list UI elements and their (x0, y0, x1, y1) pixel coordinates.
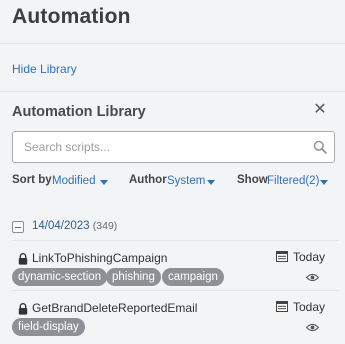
page-title: Automation (12, 5, 131, 28)
lock-icon (18, 253, 28, 265)
script-name[interactable]: GetBrandDeleteReportedEmail (32, 301, 197, 315)
tag[interactable]: campaign (162, 268, 224, 286)
lock-icon (18, 303, 28, 315)
filter-row: Sort by Modified Author System Show Filt… (0, 174, 345, 192)
script-date: Today (293, 300, 326, 314)
chevron-down-icon[interactable] (100, 180, 108, 185)
show-label: Show (237, 174, 268, 186)
eye-icon[interactable] (306, 273, 319, 282)
calendar-icon (276, 251, 288, 262)
sort-dropdown[interactable]: Modified (52, 175, 95, 187)
script-name[interactable]: LinkToPhishingCampaign (32, 251, 167, 265)
search-box (12, 131, 335, 163)
calendar-icon (276, 301, 288, 312)
divider (0, 91, 345, 92)
tag[interactable]: phishing (106, 268, 161, 286)
search-icon[interactable] (313, 140, 327, 154)
show-dropdown[interactable]: Filtered(2) (267, 175, 319, 187)
author-label: Author (129, 174, 167, 186)
collapse-icon[interactable] (12, 221, 24, 233)
automation-page: Automation Hide Library Automation Libra… (0, 0, 345, 344)
close-icon[interactable]: ✕ (311, 101, 329, 119)
eye-icon[interactable] (306, 323, 319, 332)
tag[interactable]: dynamic-section (12, 268, 108, 286)
hide-library-link[interactable]: Hide Library (12, 62, 77, 76)
script-date: Today (293, 250, 326, 264)
search-input[interactable] (13, 132, 303, 162)
author-dropdown[interactable]: System (167, 175, 205, 187)
list-item[interactable]: LinkToPhishingCampaign Today dynamic-sec… (12, 240, 339, 290)
library-title: Automation Library (12, 104, 146, 120)
tag[interactable]: field-display (12, 318, 85, 336)
sort-label: Sort by (12, 174, 52, 186)
page-header: Automation (0, 0, 345, 44)
list-item[interactable]: GetBrandDeleteReportedEmail Today field-… (12, 290, 339, 344)
group-date: 14/04/2023 (32, 220, 90, 232)
chevron-down-icon[interactable] (320, 180, 328, 185)
group-count: (349) (92, 220, 118, 232)
chevron-down-icon[interactable] (207, 180, 215, 185)
